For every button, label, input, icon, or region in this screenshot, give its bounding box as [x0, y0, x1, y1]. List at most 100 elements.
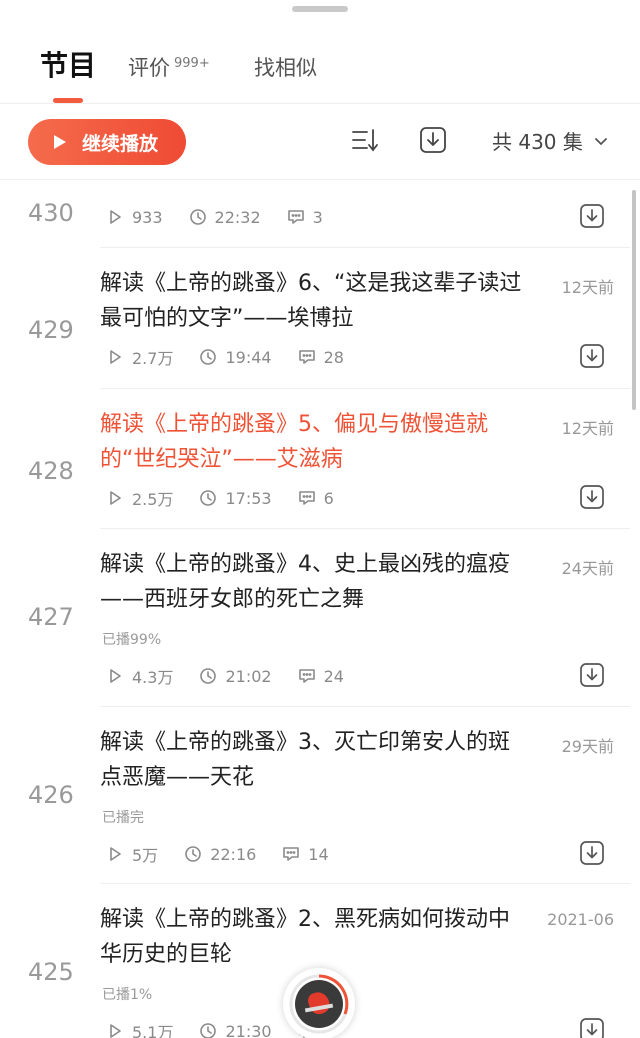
- play-count-stat: 5万: [106, 842, 158, 866]
- episode-toolbar: 继续播放 共 430 集: [0, 105, 640, 180]
- episode-date: 12天前: [561, 278, 614, 297]
- duration-stat: 22:16: [184, 845, 256, 864]
- sort-icon[interactable]: [350, 125, 380, 155]
- episode-title[interactable]: 解读《上帝的跳蚤》6、“这是我这辈子读过最可怕的文字”——埃博拉: [100, 266, 530, 336]
- play-count-icon: [110, 1024, 121, 1038]
- comment-count-stat: 28: [298, 348, 344, 367]
- episode-title[interactable]: 解读《上帝的跳蚤》4、史上最凶残的瘟疫——西班牙女郎的死亡之舞: [100, 547, 530, 617]
- duration: 21:30: [225, 1021, 272, 1038]
- episode-list-inner: 430 所有中国人都是英雄 933 22:32 3 429 解读《上帝的跳蚤》6、“这是我这…: [0, 181, 640, 1038]
- comment-count-stat: 6: [298, 489, 334, 508]
- duration: 21:02: [225, 666, 272, 686]
- comment-count-stat: 3: [287, 208, 323, 227]
- play-count: 2.5万: [132, 490, 174, 509]
- clock-icon: [200, 349, 217, 365]
- play-count-stat: 5.1万: [106, 1019, 173, 1038]
- tab-bar: 节目 评价 999+ 找相似: [0, 0, 640, 104]
- duration-stat: 21:30: [199, 1021, 272, 1038]
- clock-icon: [185, 846, 201, 862]
- tab-reviews[interactable]: 评价 999+: [128, 50, 210, 86]
- play-progress: 已播1%: [102, 987, 153, 1003]
- scrollbar[interactable]: [632, 190, 636, 410]
- duration: 22:32: [214, 207, 261, 227]
- batch-download-icon[interactable]: [418, 125, 448, 155]
- comment-count: 6: [323, 488, 334, 508]
- clock-icon: [189, 209, 206, 225]
- comment-count-stat: 14: [282, 844, 329, 864]
- comment-count: 3: [312, 207, 323, 227]
- play-count-icon: [110, 847, 121, 861]
- download-icon[interactable]: [578, 839, 606, 867]
- episode-item[interactable]: 427 解读《上帝的跳蚤》4、史上最凶残的瘟疫——西班牙女郎的死亡之舞 24天前已播…: [0, 529, 640, 707]
- mini-player[interactable]: [283, 968, 355, 1038]
- episode-stats: 2.7万 19:44 28: [106, 346, 370, 368]
- comment-count: 24: [323, 666, 344, 686]
- active-tab-indicator: [53, 98, 83, 103]
- episode-number: 426: [28, 781, 74, 809]
- play-count: 5万: [132, 846, 159, 865]
- download-icon[interactable]: [578, 1016, 606, 1038]
- play-count: 5.1万: [132, 1023, 174, 1038]
- play-count-icon: [110, 669, 121, 683]
- download-icon[interactable]: [578, 202, 606, 230]
- play-count-icon: [110, 350, 121, 364]
- comment-icon: [298, 491, 315, 505]
- duration-stat: 22:32: [189, 208, 261, 227]
- play-progress: 已播完: [102, 810, 144, 826]
- continue-play-button[interactable]: 继续播放: [28, 119, 186, 165]
- episode-title[interactable]: 解读《上帝的跳蚤》3、灭亡印第安人的斑点恶魔——天花: [100, 725, 530, 795]
- episode-number: 427: [28, 603, 74, 631]
- reviews-count-badge: 999+: [174, 56, 210, 71]
- play-count-stat: 4.3万: [106, 664, 173, 688]
- album-cover: [295, 980, 343, 1028]
- duration: 19:44: [225, 347, 272, 367]
- play-count: 4.3万: [132, 668, 174, 687]
- duration-stat: 19:44: [199, 347, 272, 367]
- episode-item[interactable]: 430 所有中国人都是英雄 933 22:32 3: [0, 181, 640, 248]
- clock-icon: [200, 490, 217, 506]
- play-count: 933: [132, 207, 163, 227]
- comment-count-stat: 24: [298, 667, 344, 686]
- clock-icon: [200, 1023, 217, 1038]
- episode-item[interactable]: 426 解读《上帝的跳蚤》3、灭亡印第安人的斑点恶魔——天花 29天前 已播完 5万 22…: [0, 707, 640, 884]
- duration-stat: 17:53: [199, 489, 272, 508]
- comment-icon: [298, 350, 315, 364]
- chevron-down-icon[interactable]: [594, 135, 608, 149]
- comment-count: 28: [323, 347, 344, 367]
- comment-count: 14: [308, 844, 329, 864]
- tab-reviews-label: 评价: [128, 56, 170, 80]
- play-count-stat: 933: [106, 208, 163, 227]
- play-count: 2.7万: [132, 349, 174, 368]
- download-icon[interactable]: [578, 342, 606, 370]
- episode-number: 428: [28, 457, 74, 485]
- episode-number: 429: [28, 316, 74, 344]
- download-icon[interactable]: [578, 661, 606, 689]
- episode-date: 12天前: [561, 419, 614, 438]
- play-count-stat: 2.7万: [106, 345, 173, 369]
- duration-stat: 21:02: [199, 666, 272, 686]
- clock-icon: [200, 668, 217, 684]
- episode-title[interactable]: 解读《上帝的跳蚤》2、黑死病如何拨动中华历史的巨轮: [100, 902, 530, 972]
- episode-title[interactable]: 所有中国人都是英雄: [100, 181, 530, 184]
- episode-count[interactable]: 共 430 集: [492, 127, 583, 157]
- episode-list[interactable]: 430 所有中国人都是英雄 933 22:32 3 429 解读《上帝的跳蚤》6、“这是我这…: [0, 181, 640, 1038]
- play-progress: 已播99%: [102, 632, 162, 648]
- episode-date: 24天前: [561, 559, 614, 578]
- download-icon[interactable]: [578, 483, 606, 511]
- episode-item[interactable]: 428 解读《上帝的跳蚤》5、偏见与傲慢造就的“世纪哭泣”——艾滋病 12天前 2.5…: [0, 389, 640, 529]
- episode-item[interactable]: 429 解读《上帝的跳蚤》6、“这是我这辈子读过最可怕的文字”——埃博拉 12天前 2…: [0, 248, 640, 389]
- episode-number: 430: [28, 199, 74, 227]
- comment-icon: [283, 847, 300, 861]
- tab-episodes[interactable]: 节目: [40, 48, 96, 84]
- episode-stats: 4.3万 21:02 24: [106, 665, 370, 687]
- tab-similar[interactable]: 找相似: [254, 50, 317, 86]
- play-count-icon: [110, 210, 121, 224]
- episode-stats: 2.5万 17:53 6: [106, 487, 360, 509]
- duration: 22:16: [210, 844, 257, 864]
- episode-date: 2021-06: [547, 910, 614, 929]
- play-count-icon: [110, 491, 121, 505]
- play-icon: [54, 135, 66, 149]
- episode-stats: 933 22:32 3: [106, 206, 349, 228]
- episode-title[interactable]: 解读《上帝的跳蚤》5、偏见与傲慢造就的“世纪哭泣”——艾滋病: [100, 407, 530, 477]
- continue-play-label: 继续播放: [82, 132, 159, 155]
